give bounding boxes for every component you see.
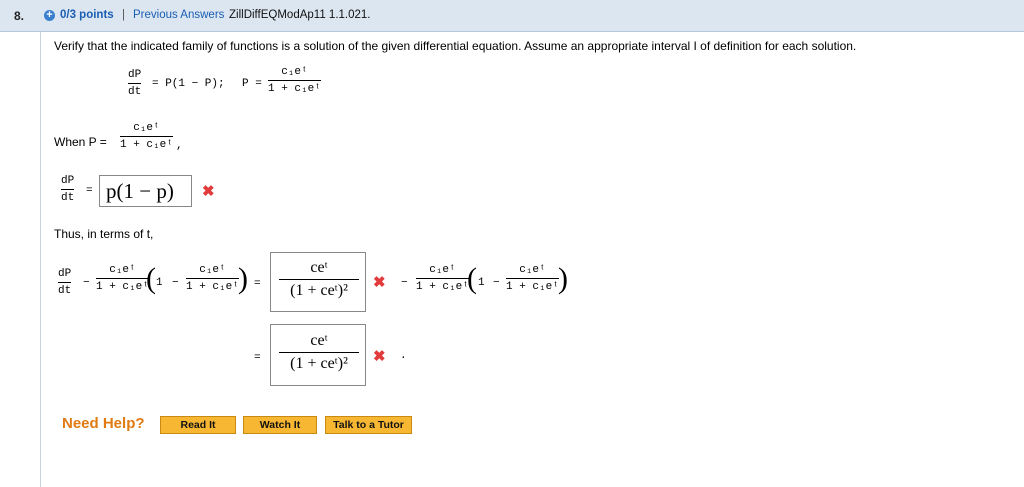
question-number: 8. xyxy=(14,9,25,23)
one-label-2: 1 xyxy=(478,277,485,289)
right-paren-1: ) xyxy=(238,262,248,295)
answer-3-numerator: ceᵗ xyxy=(310,332,328,349)
equation-rhs: = P(1 − P); xyxy=(152,78,225,90)
incorrect-icon-2: ✖ xyxy=(373,274,386,291)
dt-denominator: dt xyxy=(128,86,142,98)
answer-input-1[interactable]: p(1 − p) xyxy=(99,175,192,207)
incorrect-icon-3: ✖ xyxy=(373,348,386,365)
equals-sign-1: = xyxy=(86,185,93,197)
answer-3-denominator: (1 + ceᵗ)² xyxy=(290,355,348,372)
rhs-fraction-2-numerator: c₁eᵗ xyxy=(519,264,546,276)
points-score: 0/3 points xyxy=(60,9,114,21)
left-paren-2: ( xyxy=(467,262,477,295)
when-p-comma: , xyxy=(176,140,183,152)
lhs-fraction-2-denominator: 1 + c₁eᵗ xyxy=(186,281,239,293)
equals-sign-3: = xyxy=(254,352,261,364)
when-p-numerator: c₁eᵗ xyxy=(133,122,160,134)
dt-denominator-2: dt xyxy=(61,192,75,204)
lhs-fraction-1-numerator: c₁eᵗ xyxy=(109,264,136,276)
question-header: 8. + 0/3 points | Previous Answers ZillD… xyxy=(0,0,1024,32)
rhs-fraction-2: c₁eᵗ 1 + c₁eᵗ xyxy=(506,264,559,293)
answer-2-fraction: ceᵗ (1 + ceᵗ)² xyxy=(279,259,359,300)
when-p-fraction: c₁eᵗ 1 + c₁eᵗ xyxy=(120,122,173,151)
solution-fraction: c₁eᵗ 1 + c₁eᵗ xyxy=(268,66,321,95)
minus-sign-3: − xyxy=(401,277,408,289)
lhs-fraction-2-numerator: c₁eᵗ xyxy=(199,264,226,276)
minus-sign-1: − xyxy=(83,277,90,289)
minus-sign-4: − xyxy=(493,277,500,289)
dP-dt-fraction: dP dt xyxy=(128,69,142,98)
when-p-label: When P = xyxy=(54,135,107,149)
solution-denominator: 1 + c₁eᵗ xyxy=(268,83,321,95)
read-it-button[interactable]: Read It xyxy=(160,416,236,434)
talk-to-tutor-button[interactable]: Talk to a Tutor xyxy=(325,416,412,434)
incorrect-icon-1: ✖ xyxy=(202,183,215,200)
rhs-fraction-1: c₁eᵗ 1 + c₁eᵗ xyxy=(416,264,469,293)
watch-it-button[interactable]: Watch It xyxy=(243,416,317,434)
equals-sign-2: = xyxy=(254,278,261,290)
previous-answers-link[interactable]: Previous Answers xyxy=(133,9,224,21)
answer-2-denominator: (1 + ceᵗ)² xyxy=(290,282,348,299)
solution-numerator: c₁eᵗ xyxy=(281,66,308,78)
header-separator: | xyxy=(122,9,125,21)
when-p-denominator: 1 + c₁eᵗ xyxy=(120,139,173,151)
rhs-fraction-2-denominator: 1 + c₁eᵗ xyxy=(506,281,559,293)
minus-sign-2: − xyxy=(172,277,179,289)
dP-numerator: dP xyxy=(128,69,142,81)
dP-dt-fraction-2: dP dt xyxy=(61,175,75,204)
period: . xyxy=(400,350,407,362)
dt-denominator-3: dt xyxy=(58,285,72,297)
dP-numerator-3: dP xyxy=(58,268,72,280)
p-equals-label: P = xyxy=(242,78,262,90)
answer-input-2[interactable]: ceᵗ (1 + ceᵗ)² xyxy=(270,252,366,312)
lhs-fraction-1-denominator: 1 + c₁eᵗ xyxy=(96,281,149,293)
one-label-1: 1 xyxy=(156,277,163,289)
left-gutter-divider xyxy=(40,32,41,487)
need-help-label: Need Help? xyxy=(62,415,145,432)
answer-2-numerator: ceᵗ xyxy=(310,259,328,276)
rhs-fraction-1-numerator: c₁eᵗ xyxy=(429,264,456,276)
thus-label: Thus, in terms of t, xyxy=(54,227,154,241)
answer-input-3[interactable]: ceᵗ (1 + ceᵗ)² xyxy=(270,324,366,386)
answer-1-value: p(1 − p) xyxy=(106,179,174,203)
answer-3-fraction: ceᵗ (1 + ceᵗ)² xyxy=(279,332,359,373)
right-paren-2: ) xyxy=(558,262,568,295)
question-instruction: Verify that the indicated family of func… xyxy=(54,39,857,53)
problem-id: ZillDiffEQModAp11 1.1.021. xyxy=(229,9,371,21)
dP-numerator-2: dP xyxy=(61,175,75,187)
dP-dt-fraction-3: dP dt xyxy=(58,268,72,297)
left-paren-1: ( xyxy=(146,262,156,295)
rhs-fraction-1-denominator: 1 + c₁eᵗ xyxy=(416,281,469,293)
lhs-fraction-2: c₁eᵗ 1 + c₁eᵗ xyxy=(186,264,239,293)
lhs-fraction-1: c₁eᵗ 1 + c₁eᵗ xyxy=(96,264,149,293)
expand-plus-icon[interactable]: + xyxy=(44,10,55,21)
